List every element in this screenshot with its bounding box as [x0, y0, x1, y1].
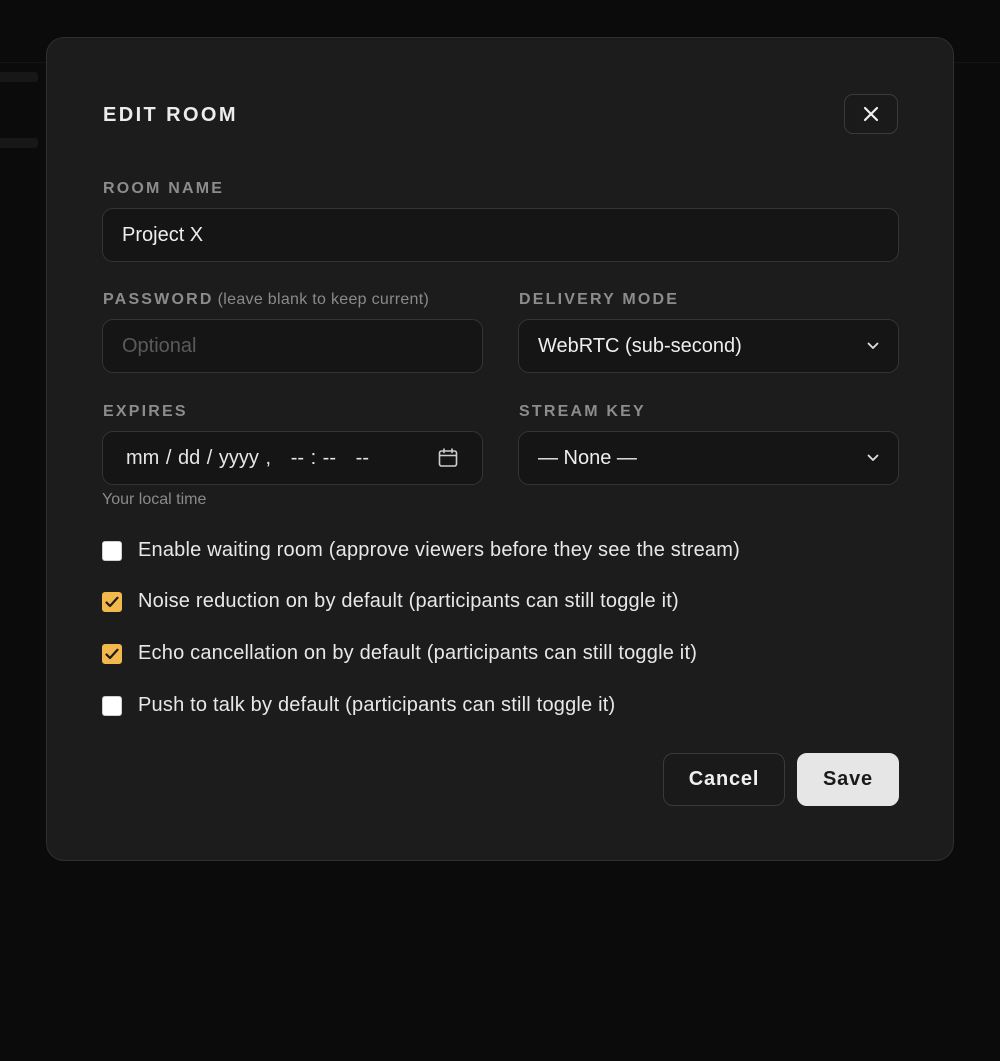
cancel-button[interactable]: Cancel	[663, 753, 785, 806]
push-to-talk-label: Push to talk by default (participants ca…	[138, 694, 616, 716]
checkmark-icon	[105, 648, 119, 659]
delivery-mode-label: DELIVERY MODE	[519, 291, 680, 308]
close-button[interactable]	[844, 94, 898, 134]
waiting-room-checkbox[interactable]	[102, 540, 122, 561]
stream-key-label: STREAM KEY	[519, 403, 646, 420]
push-to-talk-option[interactable]: Push to talk by default (participants ca…	[102, 694, 615, 717]
expires-datetime-input[interactable]: mm / dd / yyyy , -- : -- --	[102, 431, 483, 485]
room-name-input[interactable]	[122, 223, 879, 247]
expires-value: mm / dd / yyyy , -- : -- --	[126, 446, 369, 469]
echo-cancellation-checkbox[interactable]	[102, 643, 122, 664]
calendar-icon[interactable]	[438, 448, 458, 468]
password-input[interactable]	[122, 334, 463, 358]
background-text-fragment	[0, 72, 38, 82]
expires-label: EXPIRES	[103, 403, 188, 420]
waiting-room-label: Enable waiting room (approve viewers bef…	[138, 539, 740, 561]
stream-key-value: — None —	[538, 446, 637, 469]
echo-cancellation-option[interactable]: Echo cancellation on by default (partici…	[102, 642, 697, 665]
dialog-title: EDIT ROOM	[103, 104, 238, 126]
password-label-text: PASSWORD	[103, 291, 214, 308]
room-name-label: ROOM NAME	[103, 180, 225, 197]
edit-room-dialog: EDIT ROOM ROOM NAME PASSWORD(leave blank…	[46, 37, 954, 861]
save-button[interactable]: Save	[797, 753, 899, 806]
push-to-talk-checkbox[interactable]	[102, 695, 122, 716]
waiting-room-option[interactable]: Enable waiting room (approve viewers bef…	[102, 539, 740, 562]
delivery-mode-value: WebRTC (sub-second)	[538, 334, 742, 357]
noise-reduction-option[interactable]: Noise reduction on by default (participa…	[102, 590, 679, 613]
echo-cancellation-label: Echo cancellation on by default (partici…	[138, 642, 698, 664]
noise-reduction-label: Noise reduction on by default (participa…	[138, 590, 679, 612]
close-icon	[863, 106, 879, 122]
stream-key-select[interactable]: — None —	[518, 431, 899, 485]
background-text-fragment	[0, 138, 38, 148]
password-field[interactable]	[102, 319, 483, 373]
noise-reduction-checkbox[interactable]	[102, 591, 122, 612]
password-label: PASSWORD (leave blank to keep current)	[103, 291, 429, 309]
delivery-mode-select[interactable]: WebRTC (sub-second)	[518, 319, 899, 373]
chevron-down-icon	[867, 454, 879, 461]
expires-helper-text: Your local time	[102, 491, 207, 508]
checkmark-icon	[105, 596, 119, 607]
password-hint: (leave blank to keep current)	[217, 291, 430, 308]
room-name-field[interactable]	[102, 208, 899, 262]
chevron-down-icon	[867, 342, 879, 349]
